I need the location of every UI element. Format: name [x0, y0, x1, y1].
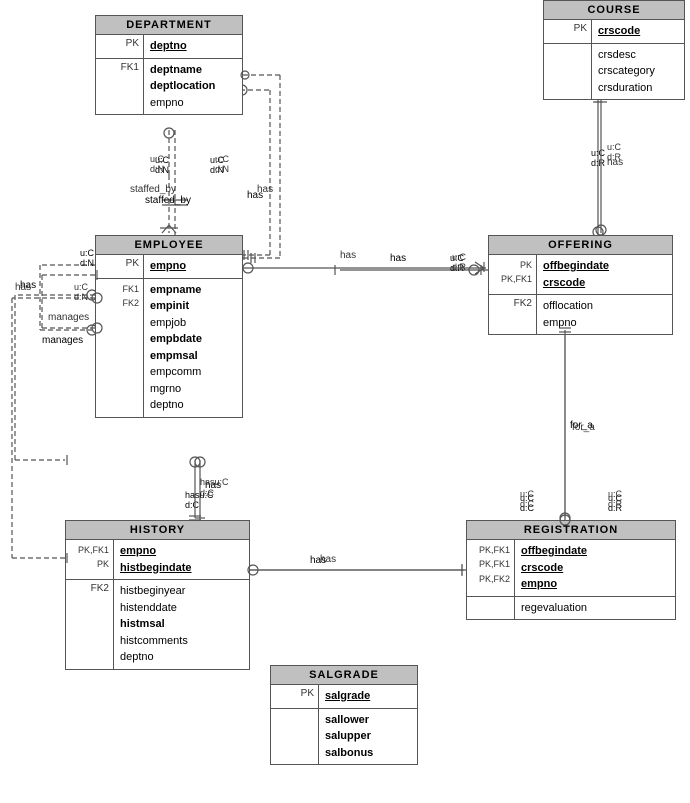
course-attrs: crsdesc crscategory crsduration — [592, 44, 661, 100]
label-has-dept: has — [247, 190, 263, 201]
entity-registration: REGISTRATION PK,FK1PK,FK1PK,FK2 offbegin… — [466, 520, 676, 620]
salgrade-title: SALGRADE — [271, 666, 417, 685]
hist-pk-attrs: empno histbegindate — [114, 540, 198, 579]
sal-pk-attrs: salgrade — [319, 685, 376, 708]
entity-salgrade: SALGRADE PK salgrade sallower salupper s… — [270, 665, 418, 765]
dept-attrs: deptname deptlocation empno — [144, 59, 221, 115]
constraint-hasu: hasu:C — [185, 490, 214, 500]
offering-title: OFFERING — [489, 236, 672, 255]
label-has-left: has — [20, 280, 36, 291]
entity-course: COURSE PK crscode crsdesc crscategory cr… — [543, 0, 685, 100]
hist-attrs: histbeginyear histenddate histmsal histc… — [114, 580, 194, 669]
sal-pk-label: PK — [271, 685, 319, 708]
off-pk-attrs: offbegindate crscode — [537, 255, 615, 294]
course-title: COURSE — [544, 1, 684, 20]
svg-text:has: has — [340, 250, 356, 261]
label-has-emp-off: has — [390, 253, 406, 264]
emp-pk-attrs: empno — [144, 255, 192, 278]
label-has-hist-reg: has — [310, 555, 326, 566]
constraint-hasd: d:C — [185, 500, 199, 510]
sal-attrs: sallower salupper salbonus — [319, 709, 379, 765]
course-pk-label: PK — [544, 20, 592, 43]
dept-fk-label: FK1 — [96, 59, 144, 115]
svg-text:has: has — [607, 157, 623, 168]
emp-attrs: empname empinit empjob empbdate empmsal … — [144, 279, 208, 417]
department-title: DEPARTMENT — [96, 16, 242, 35]
off-attrs: offlocation empno — [537, 295, 599, 334]
dept-pk-label: PK — [96, 35, 144, 58]
course-empty-label — [544, 44, 592, 100]
constraint-uc7: u:C — [591, 148, 605, 158]
entity-employee: EMPLOYEE PK empno FK1FK2 empname empinit… — [95, 235, 243, 418]
label-manages: manages — [42, 335, 83, 346]
constraint-uc1: u:C — [155, 155, 169, 165]
off-pk-label: PKPK,FK1 — [489, 255, 537, 294]
reg-empty-label — [467, 597, 515, 620]
constraint-dn2: d:N — [210, 165, 224, 175]
off-fk-label: FK2 — [489, 295, 537, 334]
employee-title: EMPLOYEE — [96, 236, 242, 255]
svg-text:d:N: d:N — [74, 292, 88, 302]
hist-fk-label: FK2 — [66, 580, 114, 669]
course-pk-attrs: crscode — [592, 20, 646, 43]
svg-text:u:C: u:C — [74, 282, 89, 292]
constraint-dn4: d:N — [80, 258, 94, 268]
history-title: HISTORY — [66, 521, 249, 540]
constraint-dr7: d:R — [591, 158, 605, 168]
constraint-uc6: u:C — [608, 493, 622, 503]
svg-text:manages: manages — [48, 312, 89, 323]
svg-text:d:R: d:R — [607, 152, 622, 162]
hist-pk-label: PK,FK1PK — [66, 540, 114, 579]
entity-offering: OFFERING PKPK,FK1 offbegindate crscode F… — [488, 235, 673, 335]
reg-attrs: regevaluation — [515, 597, 593, 620]
constraint-uc2: u:C — [210, 155, 224, 165]
constraint-dr6: d:R — [608, 503, 622, 513]
constraint-uc4: u:C — [80, 248, 94, 258]
constraint-uc5: u:C — [520, 493, 534, 503]
constraint-dn1: d:N — [155, 165, 169, 175]
emp-pk-label: PK — [96, 255, 144, 278]
erd-diagram: staffed_by has has has has for_a has man… — [0, 0, 690, 803]
svg-text:u:C: u:C — [607, 142, 622, 152]
label-for-a: for_a — [570, 420, 593, 431]
svg-text:staffed_by: staffed_by — [130, 184, 176, 195]
entity-history: HISTORY PK,FK1PK empno histbegindate FK2… — [65, 520, 250, 670]
reg-pk-attrs: offbegindate crscode empno — [515, 540, 593, 596]
emp-fk-label: FK1FK2 — [96, 279, 144, 417]
constraint-dr3: d:R — [450, 263, 464, 273]
registration-title: REGISTRATION — [467, 521, 675, 540]
constraint-uc3: u:C — [450, 253, 464, 263]
label-staffed-by: staffed_by — [145, 195, 191, 206]
sal-empty-label — [271, 709, 319, 765]
reg-pk-label: PK,FK1PK,FK1PK,FK2 — [467, 540, 515, 596]
constraint-dc5: d:C — [520, 503, 534, 513]
dept-pk-attrs: deptno — [144, 35, 193, 58]
entity-department: DEPARTMENT PK deptno FK1 deptname deptlo… — [95, 15, 243, 115]
